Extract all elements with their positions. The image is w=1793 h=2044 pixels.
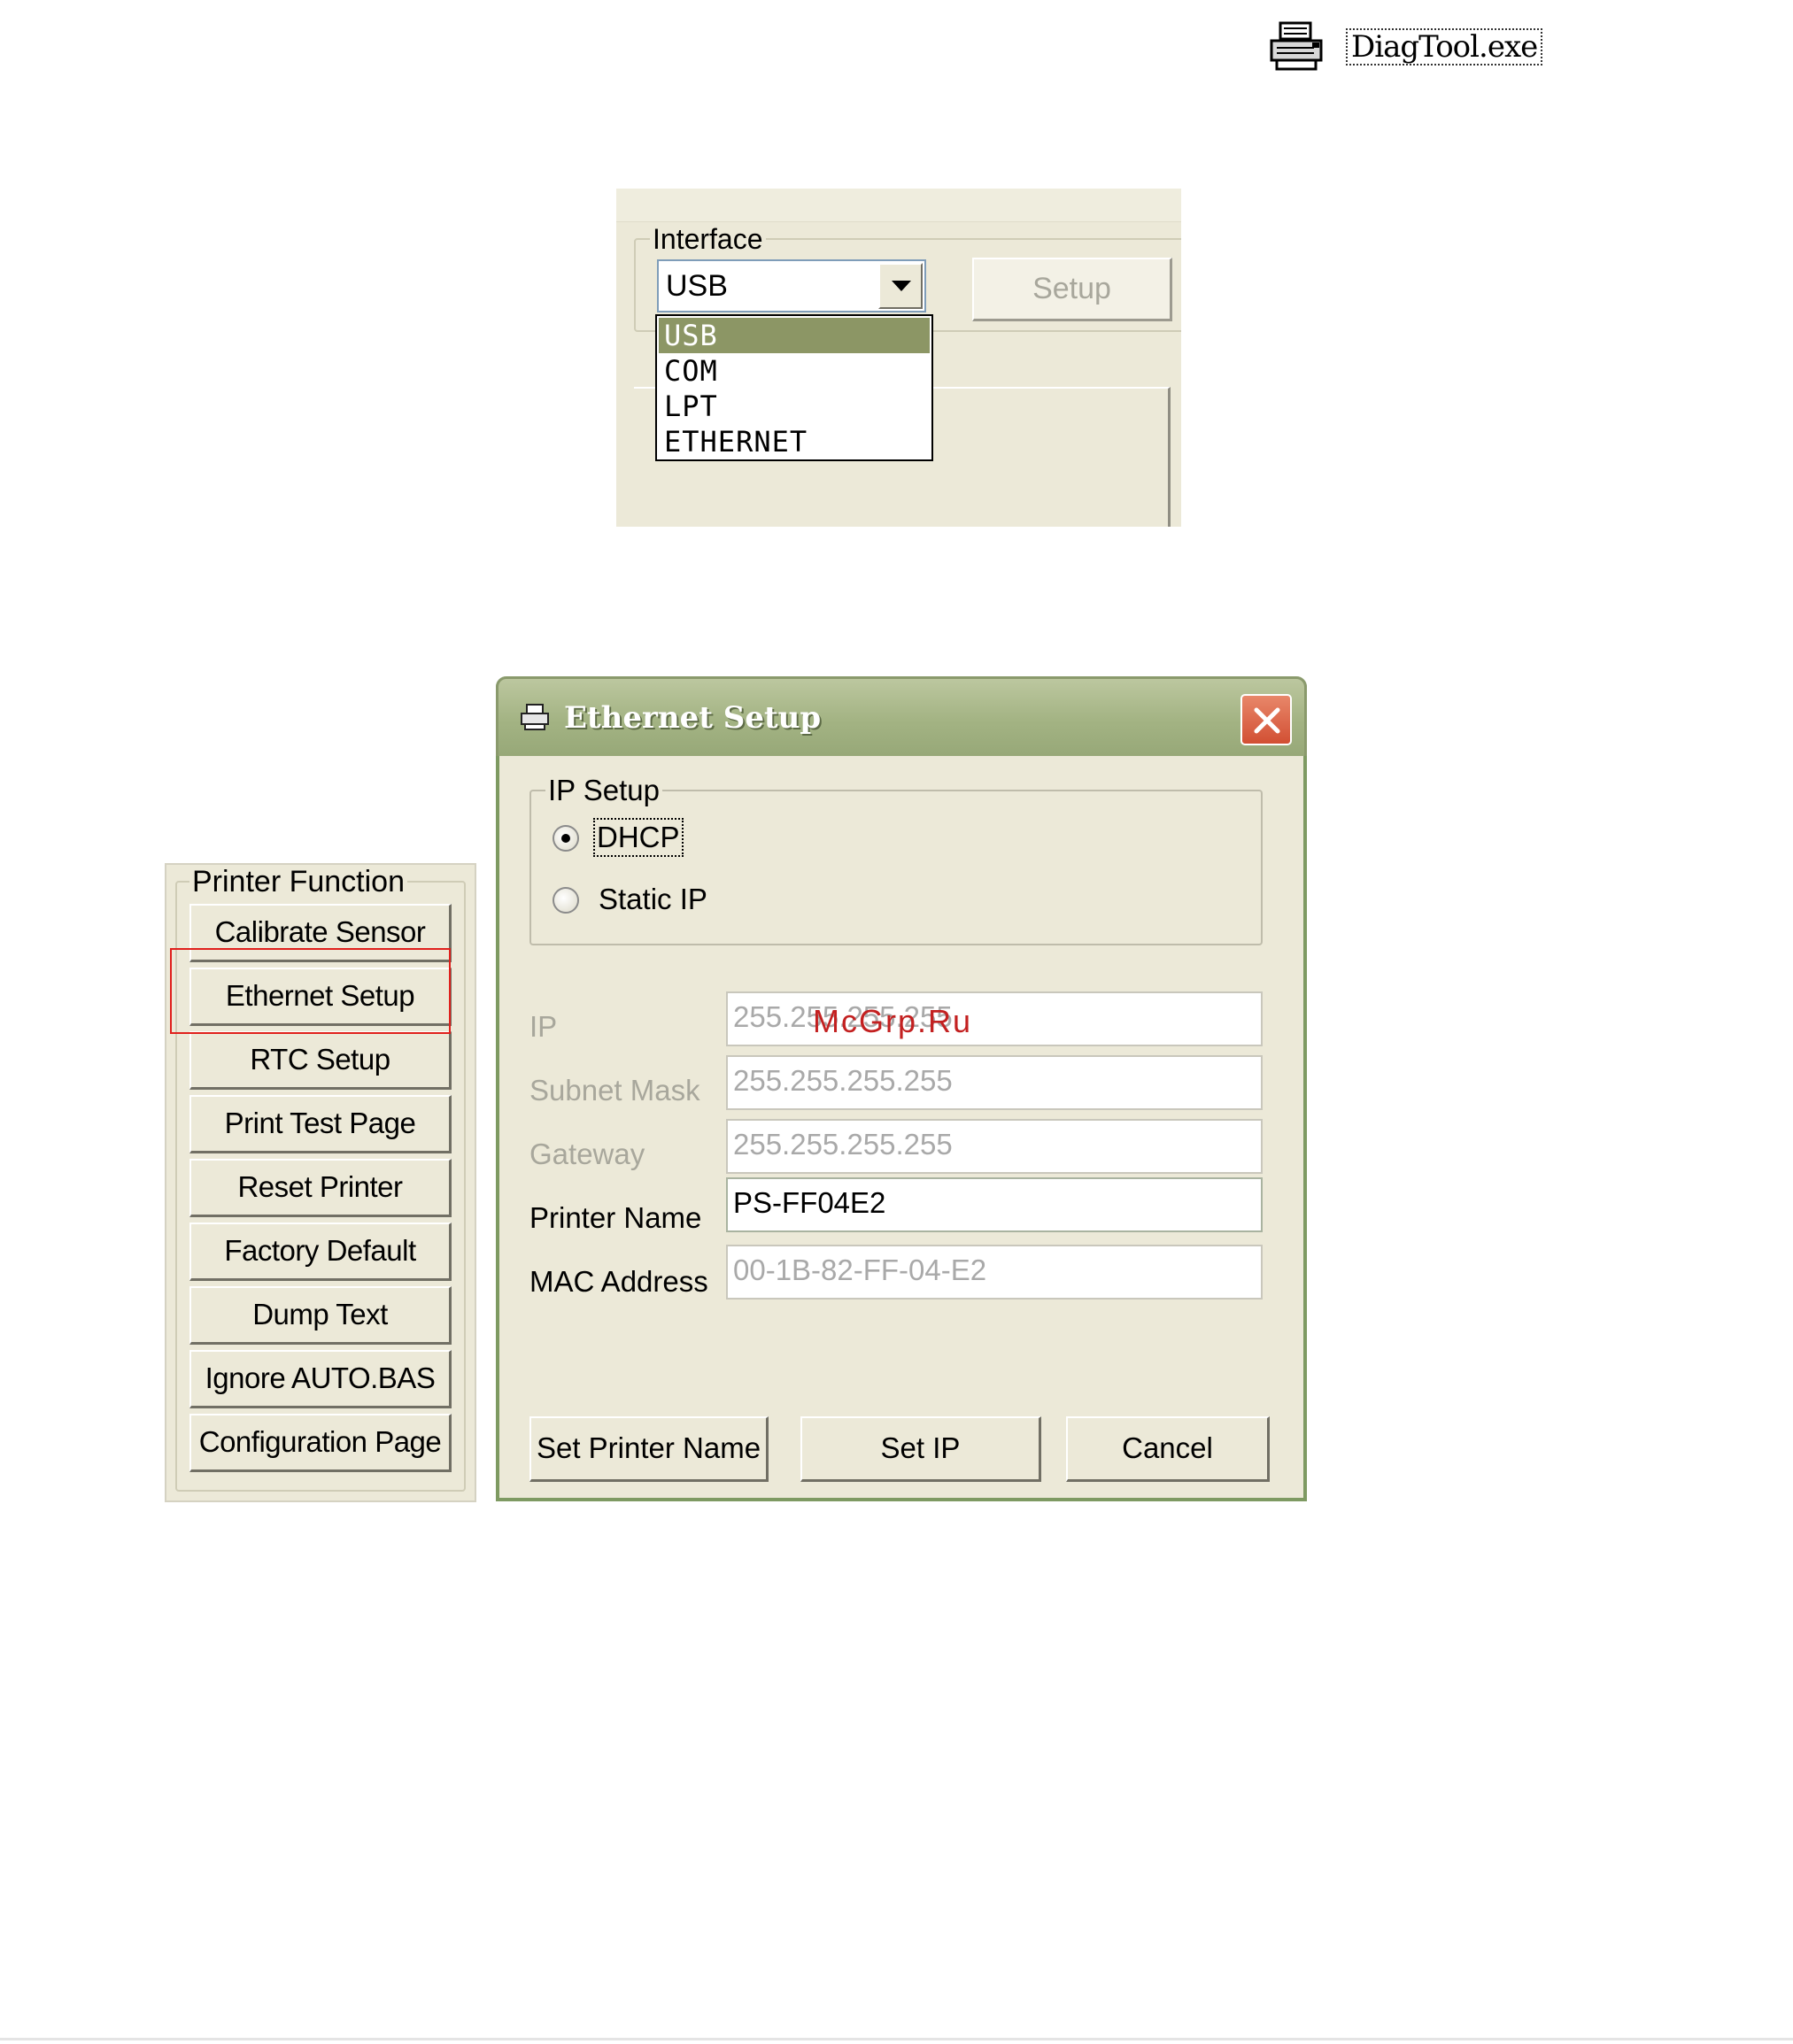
dropdown-button[interactable] xyxy=(878,263,923,309)
shortcut-filename[interactable]: DiagTool.exe xyxy=(1346,28,1543,66)
printer-name-label: Printer Name xyxy=(529,1201,702,1234)
ip-setup-label: IP Setup xyxy=(545,774,662,807)
watermark: McGrp.Ru xyxy=(813,1003,973,1039)
gateway-label: Gateway xyxy=(529,1138,645,1170)
print-test-page-button[interactable]: Print Test Page xyxy=(189,1095,452,1153)
subnet-mask-field[interactable]: 255.255.255.255 xyxy=(726,1055,1263,1110)
mac-address-label: MAC Address xyxy=(529,1265,708,1298)
close-button[interactable] xyxy=(1240,694,1292,745)
ip-field[interactable]: 255.255.255.255 xyxy=(726,991,1263,1046)
close-icon xyxy=(1254,707,1280,734)
reset-printer-button[interactable]: Reset Printer xyxy=(189,1159,452,1217)
dump-text-button[interactable]: Dump Text xyxy=(189,1286,452,1345)
page-footer-divider xyxy=(0,2038,1793,2040)
cancel-button[interactable]: Cancel xyxy=(1066,1416,1270,1482)
ethernet-setup-dialog: Ethernet Setup IP Setup DHCP Static IP I… xyxy=(496,676,1307,1501)
set-printer-name-button[interactable]: Set Printer Name xyxy=(529,1416,769,1482)
option-com[interactable]: COM xyxy=(657,353,931,389)
dialog-title: Ethernet Setup xyxy=(564,700,822,736)
printer-name-field[interactable]: PS-FF04E2 xyxy=(726,1177,1263,1232)
ip-setup-group: IP Setup xyxy=(529,774,1263,945)
interface-dropdown-list: USB COM LPT ETHERNET xyxy=(655,314,933,461)
interface-group-label: Interface xyxy=(650,224,766,254)
static-ip-radio[interactable] xyxy=(553,887,579,914)
option-usb[interactable]: USB xyxy=(659,318,930,353)
diagtool-shortcut[interactable]: DiagTool.exe xyxy=(1268,21,1543,74)
dialog-titlebar[interactable]: Ethernet Setup xyxy=(496,676,1307,756)
printer-icon xyxy=(1270,21,1323,71)
printer-icon xyxy=(521,704,549,730)
rtc-setup-button[interactable]: RTC Setup xyxy=(189,1031,452,1090)
dhcp-label[interactable]: DHCP xyxy=(593,818,684,857)
interface-select-value: USB xyxy=(666,269,728,303)
mac-address-field[interactable]: 00-1B-82-FF-04-E2 xyxy=(726,1245,1263,1300)
interface-select[interactable]: USB xyxy=(657,259,926,312)
configuration-page-button[interactable]: Configuration Page xyxy=(189,1414,452,1472)
printer-function-label: Printer Function xyxy=(189,865,407,899)
panel-top-band xyxy=(616,189,1181,222)
chevron-down-icon xyxy=(892,281,911,291)
interface-panel: Interface USB Setup USB COM LPT ETHERNET xyxy=(616,189,1181,527)
interface-setup-button[interactable]: Setup xyxy=(972,258,1172,321)
ip-label: IP xyxy=(529,1010,558,1043)
gateway-field[interactable]: 255.255.255.255 xyxy=(726,1119,1263,1174)
ignore-autobas-button[interactable]: Ignore AUTO.BAS xyxy=(189,1350,452,1408)
static-ip-label[interactable]: Static IP xyxy=(599,882,707,917)
set-ip-button[interactable]: Set IP xyxy=(800,1416,1041,1482)
subnet-mask-label: Subnet Mask xyxy=(529,1074,700,1107)
dhcp-radio[interactable] xyxy=(553,825,579,852)
ethernet-setup-highlight xyxy=(170,948,451,1034)
radio-selected-dot xyxy=(561,834,570,843)
option-ethernet[interactable]: ETHERNET xyxy=(657,424,931,459)
option-lpt[interactable]: LPT xyxy=(657,389,931,424)
factory-default-button[interactable]: Factory Default xyxy=(189,1223,452,1281)
